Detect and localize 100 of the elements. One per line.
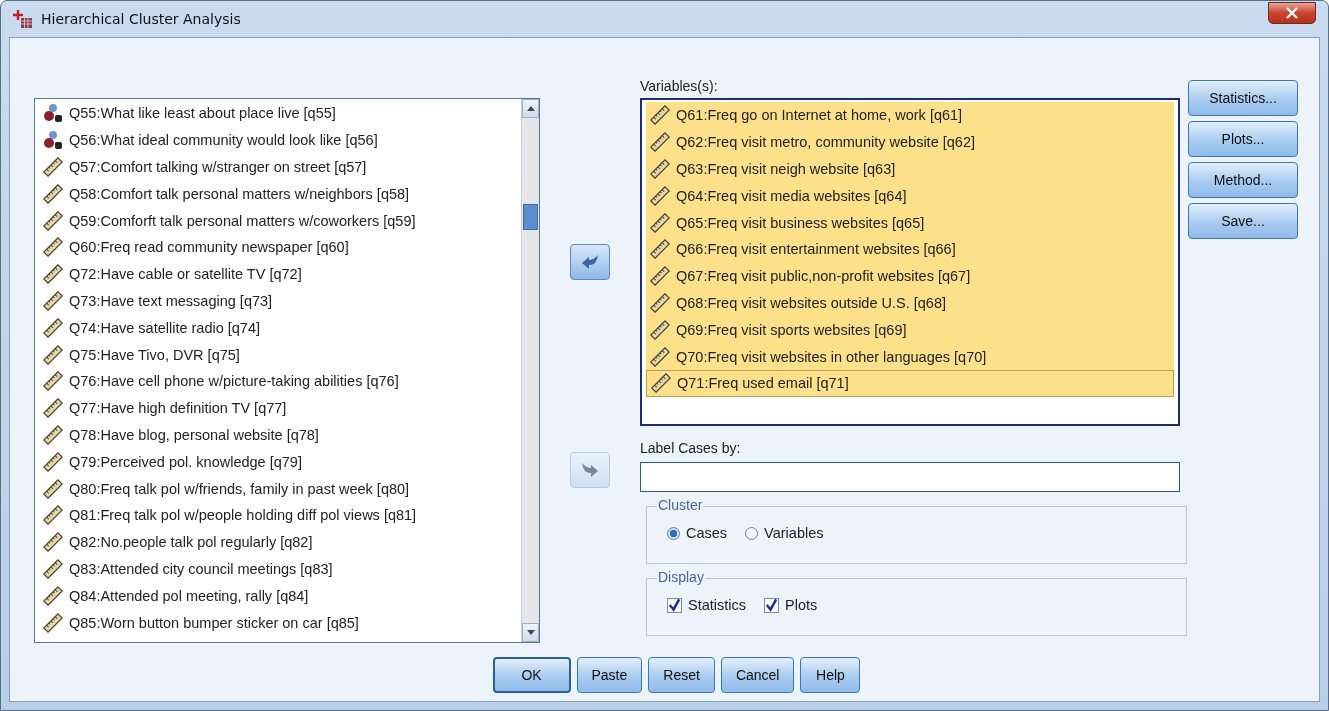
dialog-button[interactable]: Help — [800, 657, 861, 693]
list-item[interactable]: Q63:Freq visit neigh website [q63] — [646, 155, 1174, 183]
list-item[interactable]: Q67:Freq visit public,non-profit websites [q67] — [646, 262, 1174, 290]
list-item[interactable]: Q83:Attended city council meetings [q83] — [39, 555, 521, 583]
list-item[interactable]: Q59:Comforft talk personal matters w/coworkers [q59] — [39, 207, 521, 234]
scrollbar[interactable] — [521, 99, 539, 642]
variable-label: Q65:Freq visit business websites [q65] — [676, 214, 925, 231]
radio-option[interactable]: Cases — [667, 525, 728, 541]
variable-label: Q69:Freq visit sports websites [q69] — [676, 321, 907, 338]
close-icon — [1286, 7, 1298, 19]
dialog-button[interactable]: Save... — [1188, 203, 1298, 239]
list-item[interactable]: Q70:Freq visit websites in other languages [q70] — [646, 343, 1174, 370]
group-title: Cluster — [657, 497, 704, 513]
variable-label: Q78:Have blog, personal website [q78] — [69, 426, 319, 443]
arrow-left-icon — [582, 255, 598, 269]
variable-label: Q56:What ideal community would look like [q56] — [69, 132, 378, 149]
checkbox[interactable] — [667, 597, 682, 613]
list-item[interactable]: Q73:Have text messaging [q73] — [39, 287, 521, 315]
variables-list[interactable] — [640, 98, 1180, 426]
list-item[interactable]: Q77:Have high definition TV [q77] — [39, 394, 521, 422]
dialog-button[interactable]: Cancel — [720, 657, 795, 693]
variable-label: Q57:Comfort talking w/stranger on street [q57] — [69, 159, 367, 175]
list-item[interactable]: Q80:Freq talk pol w/friends, family in past week [q80] — [39, 475, 521, 502]
list-item[interactable]: Q76:Have cell phone w/picture-taking abilities [q76] — [39, 367, 521, 395]
list-item[interactable]: Q84:Attended pol meeting, rally [q84] — [39, 582, 521, 610]
list-item[interactable]: Q62:Freq visit metro, community website [q62] — [646, 128, 1174, 156]
list-item[interactable]: Q56:What ideal community would look like [q56] — [39, 126, 521, 154]
radio-option[interactable]: Variables — [745, 525, 824, 541]
variable-label: Q80:Freq talk pol w/friends, family in past week [q80] — [69, 480, 410, 497]
list-item[interactable]: Q79:Perceived pol. knowledge [q79] — [39, 448, 521, 476]
variable-label: Q67:Freq visit public,non-profit websites [q67] — [676, 268, 971, 285]
variable-label: Q85:Worn button bumper sticker on car [q85] — [69, 614, 359, 631]
list-item[interactable]: Q64:Freq visit media websites [q64] — [646, 182, 1174, 210]
label-cases-field[interactable] — [640, 462, 1180, 492]
list-item[interactable]: Q60:Freq read community newspaper [q60] — [39, 234, 521, 261]
checkmark-icon — [765, 598, 778, 612]
dialog-button[interactable]: Method... — [1188, 162, 1298, 198]
close-button[interactable] — [1268, 2, 1316, 24]
list-item[interactable]: Q78:Have blog, personal website [q78] — [39, 421, 521, 449]
variable-label: Q75:Have Tivo, DVR [q75] — [69, 346, 240, 363]
checkmark-icon — [668, 598, 681, 612]
source-variable-list[interactable] — [34, 98, 540, 643]
scroll-thumb[interactable] — [523, 204, 538, 230]
list-item[interactable]: Q68:Freq visit websites outside U.S. [q68] — [646, 289, 1174, 317]
variable-label: Q76:Have cell phone w/picture-taking abilities [q76] — [69, 373, 399, 390]
list-item[interactable]: Q75:Have Tivo, DVR [q75] — [39, 341, 521, 368]
move-button[interactable] — [570, 244, 610, 280]
dialog-button[interactable]: Plots... — [1188, 121, 1298, 157]
variable-label: Q68:Freq visit websites outside U.S. [q68] — [676, 294, 946, 311]
list-item[interactable]: Q55:What like least about place live [q55] — [39, 100, 521, 127]
checkbox-option[interactable]: Statistics — [667, 597, 746, 613]
variable-label: Q58:Comfort talk personal matters w/neighbors [q58] — [69, 185, 410, 202]
list-item[interactable]: Q72:Have cable or satellite TV [q72] — [39, 260, 521, 288]
list-item[interactable]: Q65:Freq visit business websites [q65] — [646, 209, 1174, 236]
variable-label: Q61:Freq go on Internet at home, work [q61] — [676, 107, 963, 124]
list-item[interactable]: Q85:Worn button bumper sticker on car [q85] — [39, 609, 521, 636]
list-item[interactable]: Q57:Comfort talking w/stranger on street [q57] — [39, 153, 521, 181]
list-item[interactable]: Q71:Freq used email [q71] — [646, 369, 1174, 397]
variable-label: Q66:Freq visit entertainment websites [q66] — [676, 241, 956, 258]
variable-label: Q77:Have high definition TV [q77] — [69, 400, 287, 417]
scroll-up-icon — [526, 106, 535, 111]
radio-button[interactable] — [745, 526, 759, 540]
list-item[interactable]: Q69:Freq visit sports websites [q69] — [646, 316, 1174, 344]
list-item[interactable]: Q61:Freq go on Internet at home, work [q61] — [646, 102, 1174, 129]
variable-label: Q79:Perceived pol. knowledge [q79] — [69, 453, 302, 470]
scroll-down-icon — [526, 630, 535, 635]
variable-label: Q64:Freq visit media websites [q64] — [676, 187, 907, 204]
arrow-right-icon — [582, 463, 598, 477]
variable-label: Q82:No.people talk pol regularly [q82] — [69, 534, 313, 551]
variable-label: Q70:Freq visit websites in other languages [q70] — [676, 348, 987, 365]
variable-label: Q62:Freq visit metro, community website [q62] — [676, 134, 975, 151]
list-item[interactable]: Q81:Freq talk pol w/people holding diff pol views [q81] — [39, 501, 521, 529]
variable-label: Q74:Have satellite radio [q74] — [69, 319, 261, 336]
dialog-button[interactable]: Statistics... — [1188, 80, 1298, 116]
radio-button[interactable] — [667, 526, 680, 540]
list-item[interactable]: Q74:Have satellite radio [q74] — [39, 314, 521, 342]
label-cases-label: Label Cases by: — [640, 440, 742, 456]
checkbox-option[interactable]: Plots — [764, 597, 818, 613]
variable-label: Q81:Freq talk pol w/people holding diff pol views [q81] — [69, 507, 417, 524]
variable-label: Q59:Comforft talk personal matters w/coworkers [q59] — [69, 212, 416, 229]
nominal-variable-icon — [43, 103, 63, 124]
variable-label: Q71:Freq used email [q71] — [677, 375, 849, 392]
variable-label: Q63:Freq visit neigh website [q63] — [676, 161, 896, 177]
dialog-button[interactable]: Paste — [576, 657, 643, 693]
list-item[interactable]: Q58:Comfort talk personal matters w/neighbors [q58] — [39, 180, 521, 208]
variable-label: Q83:Attended city council meetings [q83] — [69, 560, 333, 577]
dialog-button[interactable]: Reset — [648, 657, 715, 693]
list-item[interactable]: Q82:No.people talk pol regularly [q82] — [39, 528, 521, 556]
group-title: Display — [657, 569, 705, 585]
variable-label: Q72:Have cable or satellite TV [q72] — [69, 266, 302, 283]
variable-label: Q84:Attended pol meeting, rally [q84] — [69, 587, 309, 604]
app-icon — [13, 9, 33, 29]
dialog-button[interactable]: OK — [492, 657, 571, 693]
window-title: Hierarchical Cluster Analysis — [41, 11, 241, 27]
variables-label: Variables(s): — [640, 78, 719, 94]
variable-label: Q55:What like least about place live [q55] — [69, 105, 336, 122]
checkbox[interactable] — [764, 597, 779, 613]
variable-label: Q73:Have text messaging [q73] — [69, 292, 273, 309]
list-item[interactable]: Q66:Freq visit entertainment websites [q66] — [646, 236, 1174, 263]
variable-label: Q60:Freq read community newspaper [q60] — [69, 239, 349, 256]
